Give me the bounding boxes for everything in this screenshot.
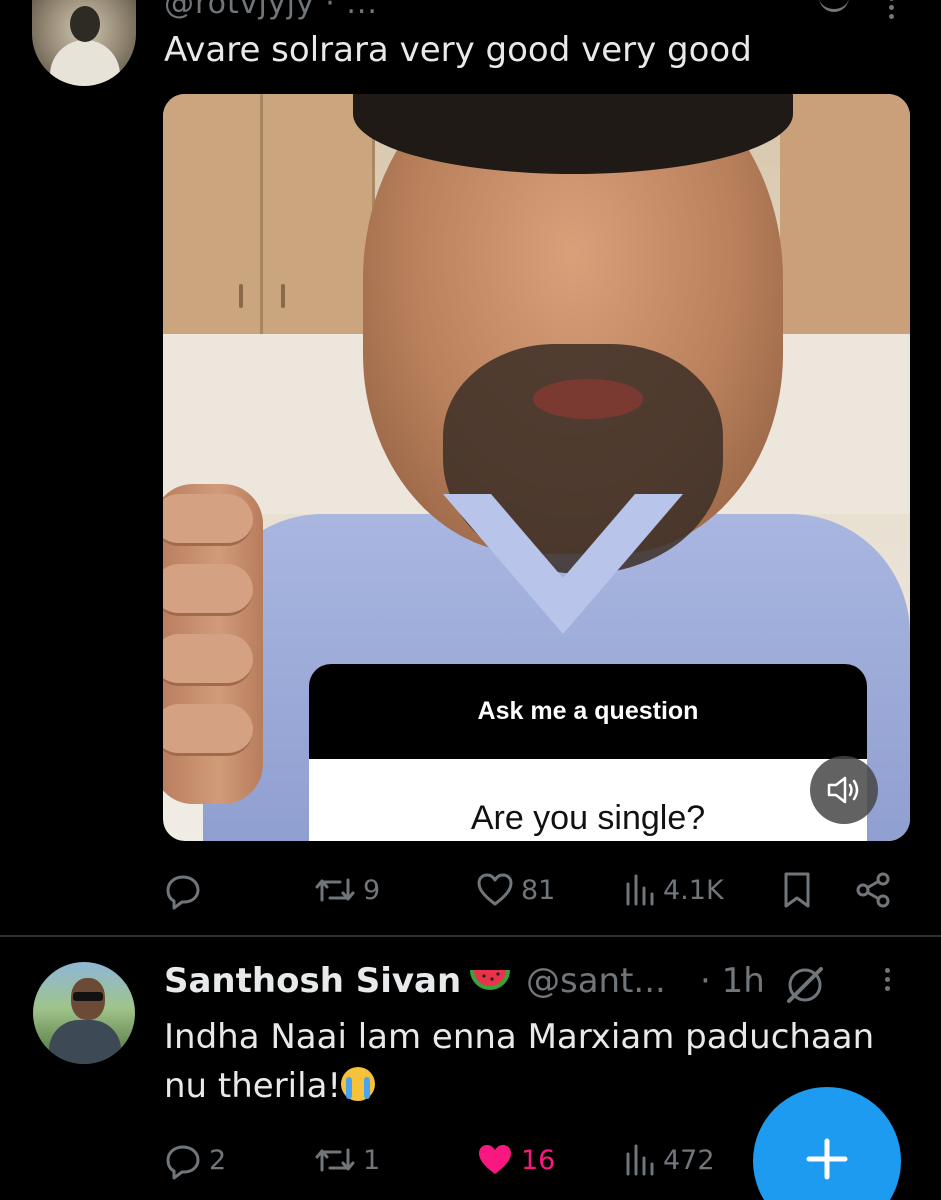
author-handle[interactable]: @rotvjyjy · ... (164, 0, 378, 21)
more-options-icon[interactable] (882, 968, 892, 1002)
author-name[interactable]: Santhosh Sivan (164, 961, 461, 1001)
views-button[interactable]: 472 (623, 1132, 715, 1188)
crying-face-emoji-icon (341, 1067, 376, 1101)
volume-icon[interactable] (810, 756, 878, 824)
plus-icon (803, 1135, 851, 1187)
person-hand (163, 484, 263, 804)
tweet-item[interactable]: @rotvjyjy · ... Avare solrara very good … (0, 0, 941, 935)
bookmark-icon (779, 870, 815, 910)
author-avatar[interactable] (32, 0, 136, 86)
reply-button[interactable] (163, 862, 209, 918)
share-button[interactable] (853, 862, 893, 918)
retweet-button[interactable]: 1 (313, 1132, 380, 1188)
watermelon-emoji-icon (470, 966, 510, 998)
reply-button[interactable]: 2 (163, 1132, 226, 1188)
retweet-button[interactable]: 9 (313, 862, 380, 918)
reply-icon (163, 870, 203, 910)
heart-filled-icon (475, 1140, 515, 1180)
question-sticker-text: Are you single? (470, 799, 706, 837)
question-sticker-title: Ask me a question (309, 664, 867, 759)
share-icon (853, 870, 893, 910)
like-button[interactable]: 16 (475, 1132, 555, 1188)
tweet-timestamp[interactable]: · 1h (700, 961, 765, 1001)
grok-icon[interactable] (783, 963, 827, 1007)
tweet-actions: 9 81 4.1K (163, 862, 903, 918)
like-button[interactable]: 81 (475, 862, 555, 918)
views-icon (623, 870, 657, 910)
views-button[interactable]: 4.1K (623, 862, 724, 918)
tweet-divider (0, 935, 941, 937)
tweet-text: Avare solrara very good very good (164, 30, 752, 70)
views-icon (623, 1140, 657, 1180)
heart-icon (475, 870, 515, 910)
author-handle[interactable]: @sant... (526, 961, 666, 1001)
author-avatar[interactable] (33, 962, 135, 1064)
retweet-icon (313, 1140, 357, 1180)
tweet-video[interactable]: Ask me a question Are you single? (163, 94, 910, 841)
more-options-icon[interactable] (887, 0, 895, 19)
question-sticker: Ask me a question Are you single? (309, 664, 867, 841)
grok-icon[interactable] (819, 0, 849, 12)
reply-icon (163, 1140, 203, 1180)
retweet-icon (313, 870, 357, 910)
bookmark-button[interactable] (779, 862, 815, 918)
